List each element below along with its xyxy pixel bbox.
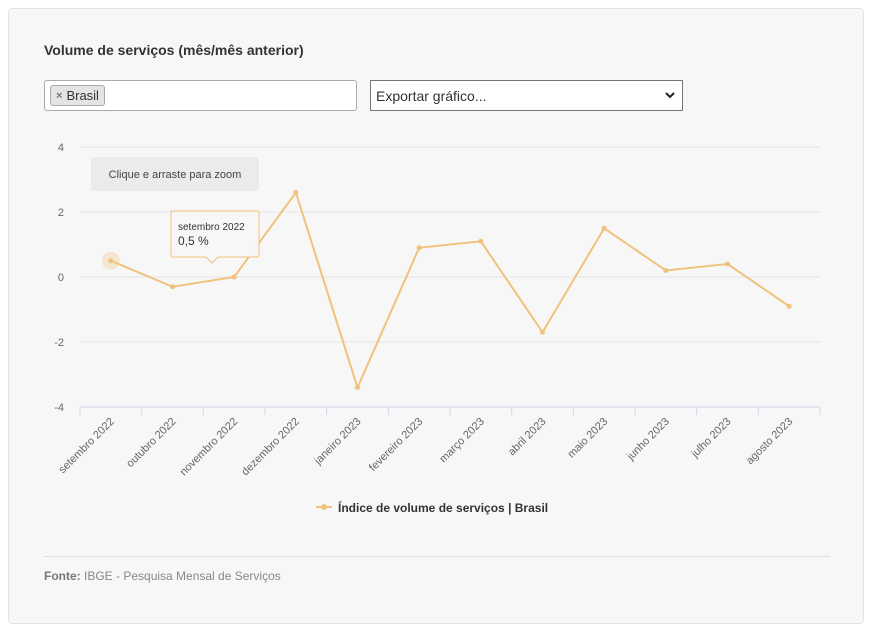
legend[interactable]: Índice de volume de serviços | Brasil (316, 500, 548, 515)
source-text: IBGE - Pesquisa Mensal de Serviços (84, 569, 281, 583)
x-tick-label: junho 2023 (624, 416, 672, 464)
y-tick-label: 0 (58, 272, 64, 284)
x-tick-label: abril 2023 (506, 416, 549, 459)
source-note: Fonte: IBGE - Pesquisa Mensal de Serviço… (44, 569, 281, 583)
x-tick-label: março 2023 (437, 416, 487, 466)
tooltip-value: 0,5 % (178, 234, 209, 248)
legend-label: Índice de volume de serviços | Brasil (338, 500, 548, 515)
x-tick-label: julho 2023 (689, 416, 734, 461)
zoom-hint-text: Clique e arraste para zoom (109, 169, 242, 181)
data-point[interactable] (663, 268, 669, 273)
tooltip-label: setembro 2022 (178, 222, 245, 233)
x-tick-label: janeiro 2023 (312, 416, 364, 468)
data-point[interactable] (478, 238, 484, 244)
data-point[interactable] (725, 261, 730, 267)
source-label: Fonte: (44, 569, 81, 583)
y-tick-label: 2 (58, 207, 64, 219)
data-point[interactable] (293, 190, 299, 195)
y-tick-label: 4 (58, 142, 64, 154)
data-point[interactable] (601, 225, 607, 231)
data-point[interactable] (170, 284, 175, 290)
data-point[interactable] (108, 258, 114, 264)
data-point[interactable] (355, 385, 360, 390)
x-tick-label: dezembro 2022 (239, 416, 302, 479)
footer-divider (44, 556, 830, 557)
zoom-hint: Clique e arraste para zoom (91, 157, 259, 191)
data-point[interactable] (540, 329, 545, 335)
x-tick-label: fevereiro 2023 (367, 416, 425, 474)
data-point[interactable] (231, 274, 237, 280)
x-tick-label: maio 2023 (565, 416, 610, 461)
data-point[interactable] (786, 303, 792, 309)
tooltip: setembro 2022 0,5 % (170, 210, 260, 264)
x-tick-label: outubro 2022 (124, 416, 178, 470)
line-chart[interactable]: 420-2-4 setembro 2022 outubro 2022 novembr… (0, 0, 870, 631)
x-tick-label: agosto 2023 (744, 416, 795, 467)
x-tick-label: setembro 2022 (57, 416, 117, 476)
x-tick-label: novembro 2022 (178, 416, 241, 479)
data-point[interactable] (416, 245, 422, 251)
y-tick-label: -2 (54, 337, 64, 349)
y-tick-label: -4 (54, 402, 64, 414)
